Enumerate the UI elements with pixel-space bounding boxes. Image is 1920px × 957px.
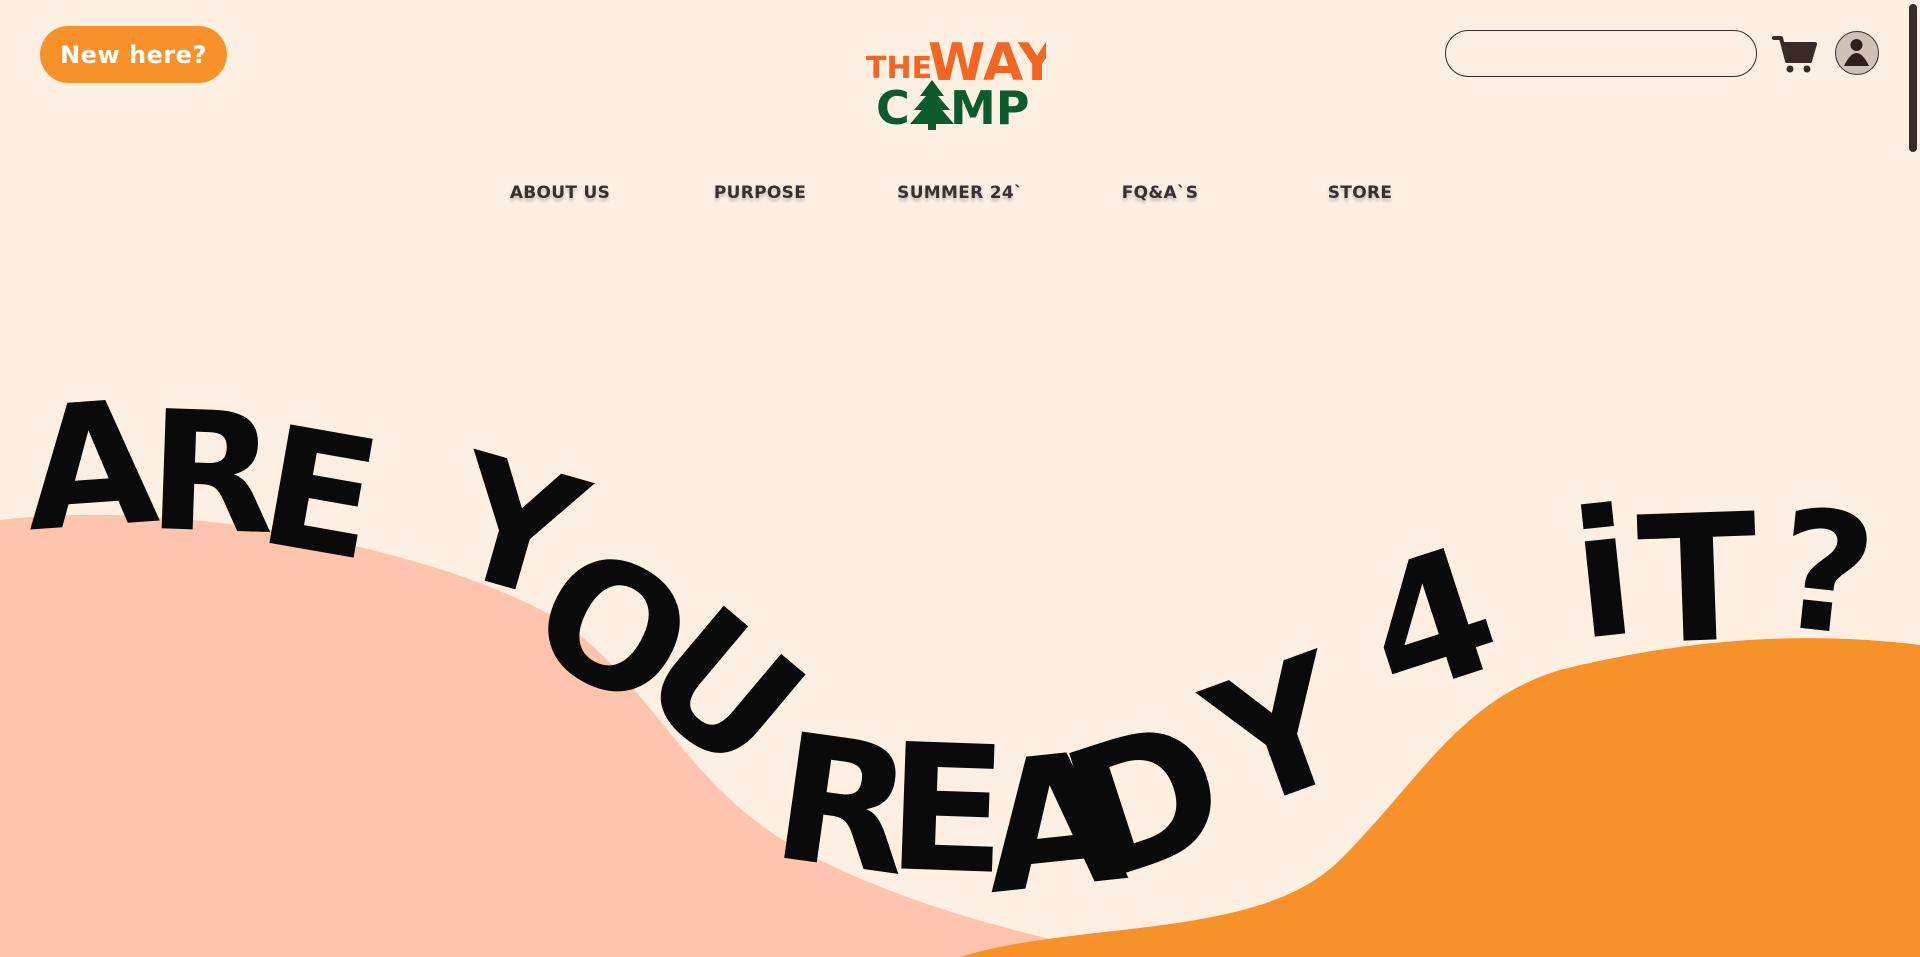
hero-headline-letter: R (762, 696, 924, 916)
hero-headline-letter: R (145, 375, 279, 571)
nav-item-summer-24[interactable]: SUMMER 24` (897, 183, 1023, 203)
search-input[interactable] (1445, 30, 1757, 77)
hero-section: ARE YOUREADY4 iT? (0, 364, 1920, 957)
hero-headline-letter: A (973, 713, 1133, 935)
hero-headline-letter: E (248, 390, 392, 599)
nav-item-store[interactable]: STORE (1328, 183, 1393, 203)
new-here-button[interactable]: New here? (40, 26, 227, 83)
nav-item-fqa[interactable]: FQ&A`S (1122, 183, 1199, 203)
hero-headline-letter: D (1043, 679, 1250, 924)
cart-icon[interactable] (1772, 30, 1818, 76)
hero-headline-letter: O (502, 507, 723, 750)
hero-headline-letter: E (884, 707, 1011, 914)
hero-headline: ARE YOUREADY4 iT? (18, 364, 1883, 935)
logo-text-mp: MP (950, 81, 1030, 132)
hero-headline-letter: A (18, 364, 163, 571)
pink-hill-shape (0, 514, 1130, 957)
hero-headline-letter: Y (428, 417, 605, 642)
hero-headline-letter: T (1635, 477, 1761, 684)
orange-hill-shape (960, 638, 1920, 957)
user-account-button[interactable] (1835, 31, 1879, 75)
main-navigation: ABOUT US PURPOSE SUMMER 24` FQ&A`S STORE (0, 183, 1920, 209)
hero-headline-letter: i (1563, 472, 1644, 680)
scrollbar-thumb[interactable] (1909, 4, 1917, 152)
user-icon (1844, 39, 1869, 66)
nav-item-purpose[interactable]: PURPOSE (714, 183, 806, 203)
hero-headline-letter: 4 (1342, 508, 1521, 739)
hero-headline-letter: ? (1768, 473, 1883, 674)
logo-text-c: C (876, 81, 910, 132)
the-way-camp-logo[interactable]: THE WAY C MP (862, 34, 1046, 132)
hero-headline-letter: Y (1184, 616, 1377, 852)
hero-headline-letter: U (606, 570, 839, 810)
nav-item-about-us[interactable]: ABOUT US (510, 183, 610, 203)
